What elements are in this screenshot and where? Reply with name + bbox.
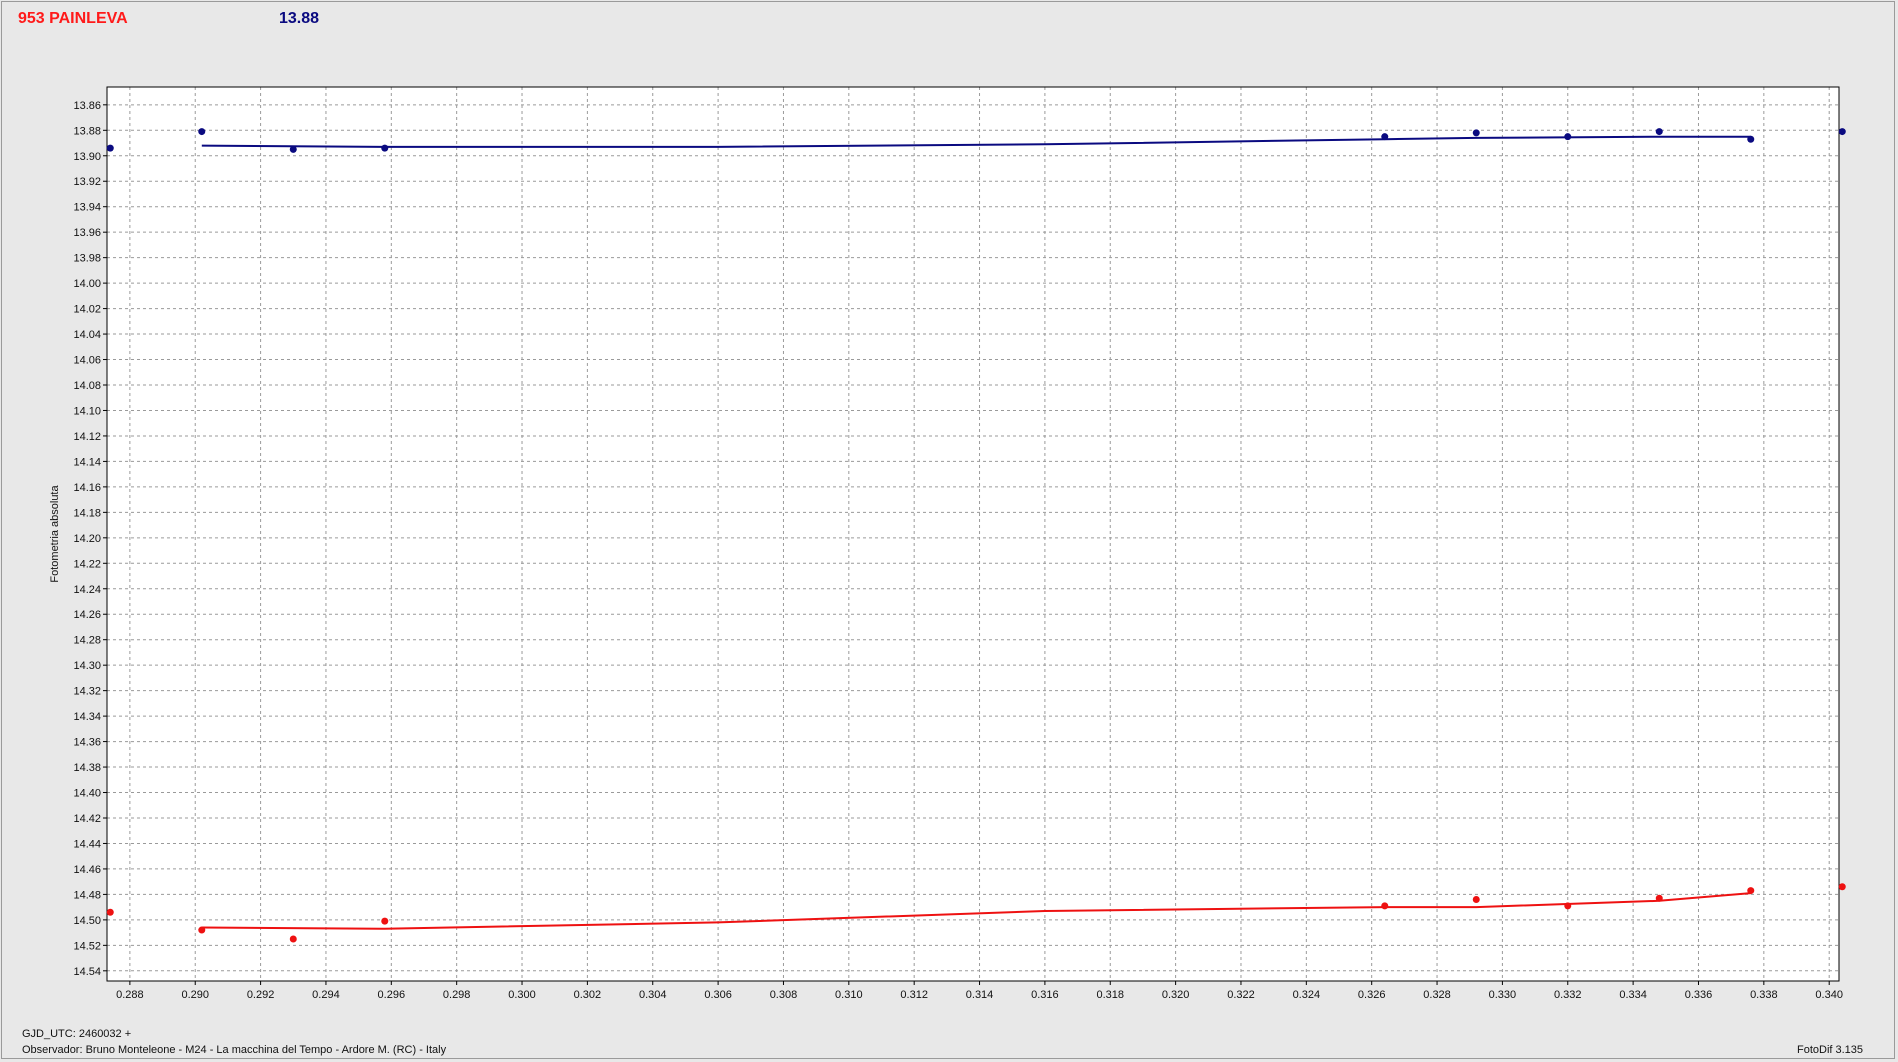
x-tick-label: 0.338: [1750, 989, 1778, 1001]
y-tick-label: 13.86: [73, 100, 101, 112]
x-tick-label: 0.298: [443, 989, 471, 1001]
y-tick-label: 14.16: [73, 482, 101, 494]
x-tick-label: 0.288: [116, 989, 144, 1001]
y-tick-label: 13.98: [73, 253, 101, 265]
y-tick-label: 14.18: [73, 507, 101, 519]
y-tick-label: 14.46: [73, 864, 101, 876]
y-tick-label: 14.12: [73, 431, 101, 443]
x-tick-label: 0.300: [508, 989, 536, 1001]
series-1-data-point: [381, 917, 389, 925]
x-tick-label: 0.292: [247, 989, 275, 1001]
series-1-data-point: [1747, 887, 1755, 895]
series-1-data-point: [106, 908, 114, 916]
series-1-data-point: [289, 935, 297, 943]
y-tick-label: 13.96: [73, 227, 101, 239]
x-tick-label: 0.322: [1227, 989, 1255, 1001]
x-tick-label: 0.332: [1554, 989, 1582, 1001]
series-1-data-point: [1381, 902, 1389, 910]
y-tick-label: 14.10: [73, 405, 101, 417]
y-tick-label: 13.88: [73, 125, 101, 137]
x-tick-label: 0.340: [1815, 989, 1843, 1001]
y-tick-label: 14.50: [73, 915, 101, 927]
series-1-data-point: [1564, 902, 1572, 910]
y-tick-label: 14.40: [73, 788, 101, 800]
series-0-data-point: [1381, 133, 1389, 141]
x-tick-label: 0.306: [704, 989, 732, 1001]
x-tick-label: 0.320: [1162, 989, 1190, 1001]
series-0-data-point: [1655, 128, 1663, 136]
series-1-data-point: [198, 926, 206, 934]
x-tick-label: 0.312: [900, 989, 928, 1001]
software-label: FotoDif 3.135: [1797, 1044, 1864, 1056]
x-tick-label: 0.308: [770, 989, 798, 1001]
y-tick-label: 14.48: [73, 889, 101, 901]
y-tick-label: 14.14: [73, 456, 101, 468]
y-tick-label: 14.24: [73, 584, 101, 596]
y-tick-label: 14.36: [73, 737, 101, 749]
y-tick-label: 14.00: [73, 278, 101, 290]
series-0-data-point: [106, 144, 114, 152]
plot-area: [107, 87, 1839, 981]
y-tick-label: 14.52: [73, 940, 101, 952]
y-tick-label: 14.08: [73, 380, 101, 392]
x-tick-label: 0.326: [1358, 989, 1386, 1001]
y-tick-label: 14.20: [73, 533, 101, 545]
series-0-data-point: [1838, 128, 1846, 136]
y-tick-label: 14.54: [73, 966, 101, 978]
y-axis-label: Fotometria absoluta: [49, 485, 61, 583]
series-0-data-point: [1747, 135, 1755, 143]
series-0-data-point: [198, 128, 206, 136]
y-tick-label: 14.22: [73, 558, 101, 570]
series-0-data-point: [381, 144, 389, 152]
series-0-data-point: [1472, 129, 1480, 137]
gjd-label: GJD_UTC: 2460032 +: [22, 1028, 132, 1040]
y-tick-label: 14.28: [73, 635, 101, 647]
x-tick-label: 0.324: [1293, 989, 1321, 1001]
y-tick-label: 14.02: [73, 304, 101, 316]
y-tick-label: 14.38: [73, 762, 101, 774]
x-tick-label: 0.294: [312, 989, 340, 1001]
lightcurve-chart: 0.288 0.290 0.292 0.294 0.296 0.298 0.300 0.302…: [49, 86, 1846, 1001]
observer-label: Observador: Bruno Monteleone - M24 - La …: [22, 1044, 447, 1056]
y-tick-label: 14.34: [73, 711, 101, 723]
x-tick-label: 0.304: [639, 989, 667, 1001]
x-tick-label: 0.296: [378, 989, 406, 1001]
y-tick-label: 14.04: [73, 329, 101, 341]
y-tick-label: 14.44: [73, 838, 101, 850]
series-1-data-point: [1838, 883, 1846, 891]
x-tick-label: 0.334: [1619, 989, 1647, 1001]
y-tick-label: 13.94: [73, 202, 101, 214]
y-tick-label: 14.42: [73, 813, 101, 825]
series-0-data-point: [1564, 133, 1572, 141]
series-0-data-point: [289, 145, 297, 153]
x-tick-label: 0.316: [1031, 989, 1059, 1001]
x-tick-label: 0.310: [835, 989, 863, 1001]
y-tick-label: 14.26: [73, 609, 101, 621]
y-tick-label: 13.92: [73, 176, 101, 188]
x-tick-label: 0.314: [966, 989, 994, 1001]
series-1-data-point: [1655, 894, 1663, 902]
x-tick-label: 0.290: [181, 989, 209, 1001]
y-tick-label: 13.90: [73, 151, 101, 163]
x-tick-label: 0.328: [1423, 989, 1451, 1001]
x-tick-label: 0.330: [1489, 989, 1517, 1001]
y-tick-label: 14.06: [73, 355, 101, 367]
x-tick-label: 0.336: [1685, 989, 1713, 1001]
series-1-data-point: [1472, 895, 1480, 903]
y-tick-label: 14.30: [73, 660, 101, 672]
x-tick-label: 0.302: [574, 989, 602, 1001]
y-tick-label: 14.32: [73, 686, 101, 698]
x-tick-label: 0.318: [1096, 989, 1124, 1001]
